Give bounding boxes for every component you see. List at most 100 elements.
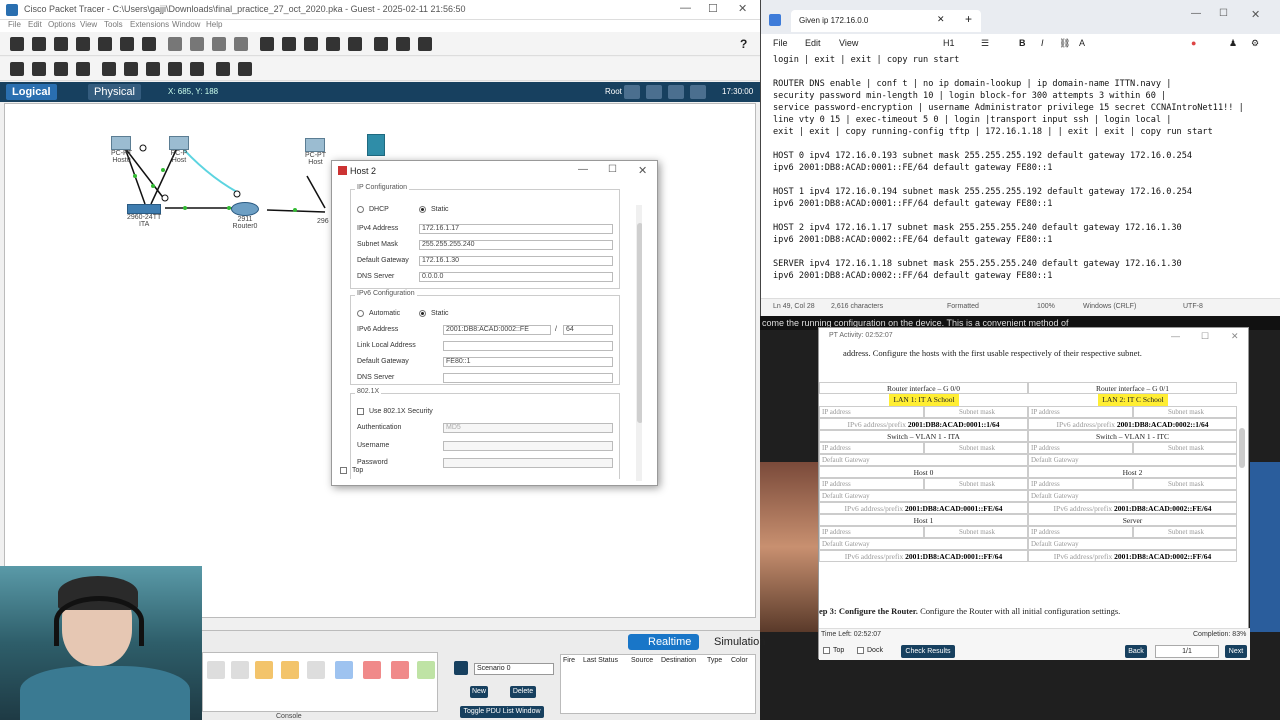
simulation-mode-button[interactable]: Simulation <box>694 634 769 650</box>
minimize-icon[interactable]: — <box>1191 8 1201 19</box>
redo-icon[interactable] <box>234 37 248 51</box>
menu-edit[interactable]: Edit <box>805 38 821 48</box>
link-icon[interactable]: ⛓ <box>1059 38 1070 49</box>
rectangle-icon[interactable] <box>146 62 160 76</box>
switch-itc[interactable]: 296 <box>317 218 329 225</box>
top-checkbox[interactable] <box>823 647 830 654</box>
delete-icon[interactable] <box>54 62 68 76</box>
maximize-icon[interactable]: ☐ <box>1201 331 1209 342</box>
menu-view[interactable]: View <box>80 20 97 29</box>
ipv6-gateway-input[interactable]: FE80::1 <box>443 357 613 367</box>
resize-icon[interactable] <box>76 62 90 76</box>
top-checkbox[interactable] <box>340 467 347 474</box>
dhcp-radio[interactable] <box>357 206 364 213</box>
freeform-icon[interactable] <box>190 62 204 76</box>
dock-checkbox[interactable] <box>857 647 864 654</box>
clear-format-icon[interactable]: A <box>1079 38 1085 48</box>
bold-icon[interactable]: B <box>1019 38 1026 48</box>
minimize-icon[interactable]: — <box>578 164 588 175</box>
next-button[interactable]: Next <box>1225 645 1247 658</box>
custom-device-icon[interactable] <box>348 37 362 51</box>
new-scenario-button[interactable]: New <box>470 686 488 698</box>
menu-window[interactable]: Window <box>172 20 200 29</box>
serial-dte-icon[interactable] <box>391 661 409 679</box>
password-input[interactable] <box>443 458 613 468</box>
menu-options[interactable]: Options <box>48 20 76 29</box>
pdu-col-source[interactable]: Source <box>631 657 653 664</box>
gateway-input[interactable]: 172.16.1.30 <box>419 256 613 266</box>
auth-select[interactable]: MD5 <box>443 423 613 433</box>
router0[interactable]: 2911 Router0 <box>231 202 259 230</box>
serial-dce-icon[interactable] <box>363 661 381 679</box>
fiber-cable-icon[interactable] <box>307 661 325 679</box>
new-tab-icon[interactable]: + <box>965 12 972 26</box>
viewport-nav-icon[interactable] <box>690 85 706 99</box>
toggle-pdu-list-button[interactable]: Toggle PDU List Window <box>460 706 544 718</box>
subnet-mask-input[interactable]: 255.255.255.240 <box>419 240 613 250</box>
close-icon[interactable]: ✕ <box>738 2 747 15</box>
dialog-scroll-thumb[interactable] <box>637 223 642 423</box>
check-results-button[interactable]: Check Results <box>901 645 955 658</box>
scenario-info-icon[interactable] <box>454 661 468 675</box>
zoom-in-icon[interactable] <box>260 37 274 51</box>
maximize-icon[interactable]: ☐ <box>1219 8 1228 19</box>
ipv6-automatic-radio[interactable] <box>357 310 364 317</box>
switch-ita[interactable]: 2960-24TT ITA <box>127 204 161 228</box>
viewport-icon[interactable] <box>374 37 388 51</box>
save-icon[interactable] <box>54 37 68 51</box>
username-input[interactable] <box>443 441 613 451</box>
minimize-icon[interactable]: — <box>1171 331 1180 341</box>
realtime-mode-button[interactable]: Realtime <box>628 634 700 650</box>
account-icon[interactable]: ♟ <box>1229 38 1237 49</box>
list-icon[interactable]: ☰ <box>981 38 989 49</box>
copilot-icon[interactable]: ● <box>1191 38 1196 48</box>
activity-scroll-thumb[interactable] <box>1239 428 1245 468</box>
maximize-icon[interactable]: ☐ <box>708 2 718 15</box>
static-radio[interactable] <box>419 206 426 213</box>
ipv4-input[interactable]: 172.16.1.17 <box>419 224 613 234</box>
ellipse-icon[interactable] <box>168 62 182 76</box>
page-indicator[interactable]: 1/1 <box>1155 645 1219 658</box>
close-icon[interactable]: ✕ <box>1231 331 1239 342</box>
menu-help[interactable]: Help <box>206 20 222 29</box>
inspect-icon[interactable] <box>32 62 46 76</box>
add-simple-pdu-icon[interactable] <box>216 62 230 76</box>
zoom-out-icon[interactable] <box>304 37 318 51</box>
octal-cable-icon[interactable] <box>417 661 435 679</box>
move-icon[interactable] <box>668 85 684 99</box>
menu-file[interactable]: File <box>8 20 21 29</box>
ipc-icon[interactable] <box>418 37 432 51</box>
delete-scenario-button[interactable]: Delete <box>510 686 536 698</box>
undo-icon[interactable] <box>212 37 226 51</box>
pc-host1[interactable]: PC-P Host <box>169 136 189 164</box>
settings-gear-icon[interactable]: ⚙ <box>1251 38 1259 49</box>
tab-logical[interactable]: Logical <box>6 84 57 100</box>
zoom-reset-icon[interactable] <box>282 37 296 51</box>
heading-dropdown[interactable]: H1 <box>943 38 955 48</box>
prefix-input[interactable]: 64 <box>563 325 613 335</box>
network-wizard-icon[interactable] <box>120 37 134 51</box>
ipv6-static-radio[interactable] <box>419 310 426 317</box>
scenario-select[interactable]: Scenario 0 <box>474 663 554 675</box>
pdu-col-last-status[interactable]: Last Status <box>583 657 618 664</box>
use-dot1x-checkbox[interactable] <box>357 408 364 415</box>
console-cable-icon[interactable] <box>231 661 249 679</box>
line-icon[interactable] <box>124 62 138 76</box>
straight-cable-icon[interactable] <box>255 661 273 679</box>
ipv6-dns-input[interactable] <box>443 373 613 383</box>
menu-tools[interactable]: Tools <box>104 20 123 29</box>
pdu-col-color[interactable]: Color <box>731 657 748 664</box>
back-icon[interactable] <box>624 85 640 99</box>
italic-icon[interactable]: I <box>1041 38 1044 48</box>
pc-host0[interactable]: PC-PT Host0 <box>111 136 132 164</box>
close-tab-icon[interactable]: ✕ <box>937 14 945 25</box>
notepad-text-area[interactable]: login | exit | exit | copy run start ROU… <box>773 54 1273 294</box>
info-icon[interactable] <box>98 37 112 51</box>
back-button[interactable]: Back <box>1125 645 1147 658</box>
paste-icon[interactable] <box>190 37 204 51</box>
pdu-col-fire[interactable]: Fire <box>563 657 575 664</box>
dns-input[interactable]: 0.0.0.0 <box>419 272 613 282</box>
close-icon[interactable]: ✕ <box>638 164 647 177</box>
close-icon[interactable]: ✕ <box>1251 8 1260 21</box>
maximize-icon[interactable]: ☐ <box>608 164 617 175</box>
